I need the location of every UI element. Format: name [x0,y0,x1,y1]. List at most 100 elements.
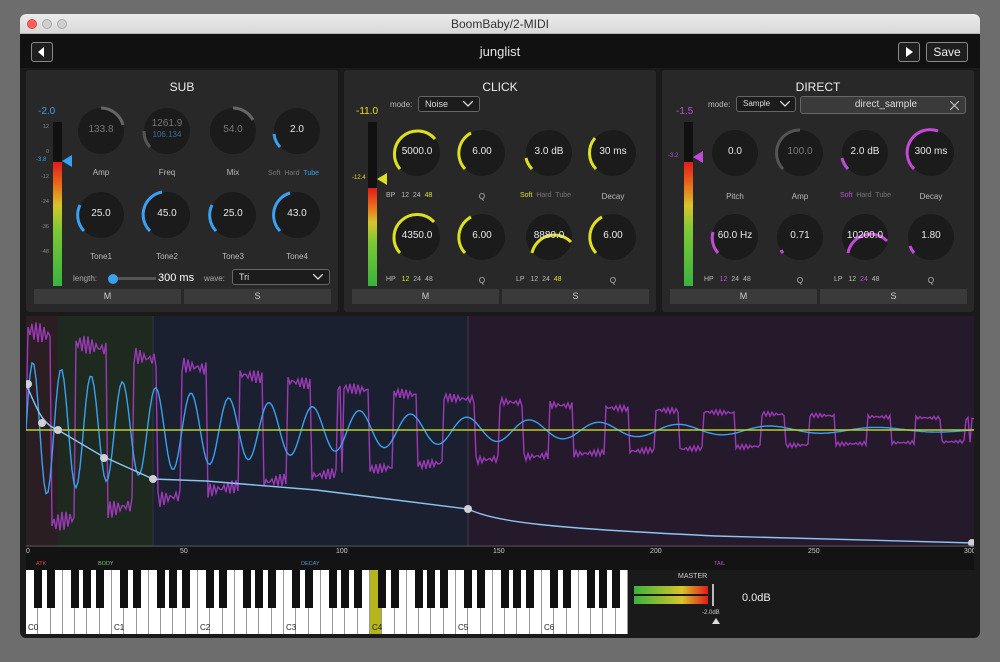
click-mute-button[interactable]: M [352,289,499,304]
click-hp-q-knob[interactable]: 6.00 [455,210,509,264]
click-lp-q-knob[interactable]: 6.00 [586,210,640,264]
click-hp-24[interactable]: 24 [413,276,421,283]
click-bp-12[interactable]: 12 [401,192,409,199]
click-level-handle[interactable] [377,172,387,190]
black-key[interactable] [390,570,399,608]
black-key[interactable] [611,570,620,608]
direct-saturation-knob[interactable]: 2.0 dB [838,126,892,180]
direct-mute-button[interactable]: M [670,289,817,304]
save-button[interactable]: Save [926,42,968,62]
black-key[interactable] [562,570,571,608]
sub-mix-knob[interactable]: 54.0 [206,104,260,158]
black-key[interactable] [218,570,227,608]
black-key[interactable] [353,570,362,608]
direct-level-handle[interactable] [693,150,703,168]
direct-hp-48[interactable]: 48 [743,276,751,283]
direct-sat-tube[interactable]: Tube [875,192,891,199]
direct-sat-hard[interactable]: Hard [856,192,871,199]
black-key[interactable] [206,570,215,608]
black-key[interactable] [427,570,436,608]
click-mode-dropdown[interactable]: Noise [418,96,480,112]
black-key[interactable] [587,570,596,608]
click-hp-freq-knob[interactable]: 4350.0 [390,210,444,264]
black-key[interactable] [34,570,43,608]
sub-sat-hard[interactable]: Hard [284,170,299,177]
black-key[interactable] [304,570,313,608]
click-hp-12[interactable]: 12 [402,276,410,283]
black-key[interactable] [292,570,301,608]
black-key[interactable] [267,570,276,608]
sub-tone1-knob[interactable]: 25.0 [74,188,128,242]
black-key[interactable] [255,570,264,608]
click-lp-48[interactable]: 48 [554,276,562,283]
black-key[interactable] [550,570,559,608]
black-key[interactable] [378,570,387,608]
click-solo-button[interactable]: S [502,289,649,304]
direct-lp-q-knob[interactable]: 1.80 [904,210,958,264]
sub-tone3-knob[interactable]: 25.0 [206,188,260,242]
sub-wave-dropdown[interactable]: Tri [232,269,330,285]
sub-length-slider[interactable] [108,274,156,284]
click-bp-freq-knob[interactable]: 5000.0 [390,126,444,180]
click-bp-24[interactable]: 24 [413,192,421,199]
click-bp-q-knob[interactable]: 6.00 [455,126,509,180]
black-key[interactable] [439,570,448,608]
black-key[interactable] [157,570,166,608]
direct-amp-knob[interactable]: 100.0 [773,126,827,180]
click-hp-48[interactable]: 48 [425,276,433,283]
click-lp-24[interactable]: 24 [542,276,550,283]
black-key[interactable] [341,570,350,608]
click-decay-knob[interactable]: 30 ms [586,126,640,180]
direct-sample-field[interactable]: direct_sample [800,96,966,114]
black-key[interactable] [83,570,92,608]
direct-lp-24[interactable]: 24 [860,276,868,283]
click-saturation-knob[interactable]: 3.0 dB [522,126,576,180]
black-key[interactable] [476,570,485,608]
close-icon[interactable] [950,101,959,110]
sub-solo-button[interactable]: S [184,289,331,304]
click-bp-48[interactable]: 48 [425,192,433,199]
click-sat-hard[interactable]: Hard [536,192,551,199]
click-sat-soft[interactable]: Soft [520,192,532,199]
sub-sat-soft[interactable]: Soft [268,170,280,177]
sub-saturation-knob[interactable]: 2.0 [270,104,324,158]
direct-hp-q-knob[interactable]: 0.71 [773,210,827,264]
sub-freq-knob[interactable]: 1261.9 106.134 [140,104,194,158]
direct-mode-dropdown[interactable]: Sample [736,96,796,112]
direct-decay-knob[interactable]: 300 ms [904,126,958,180]
black-key[interactable] [513,570,522,608]
black-key[interactable] [71,570,80,608]
direct-pitch-knob[interactable]: 0.0 [708,126,762,180]
sub-mute-button[interactable]: M [34,289,181,304]
waveform-envelope-graph[interactable]: 0 50 100 150 200 250 300 ATK BODY DECAY … [26,316,974,570]
black-key[interactable] [329,570,338,608]
direct-lp-48[interactable]: 48 [872,276,880,283]
sub-tone2-knob[interactable]: 45.0 [140,188,194,242]
black-key[interactable] [501,570,510,608]
sub-tone4-knob[interactable]: 43.0 [270,188,324,242]
black-key[interactable] [120,570,129,608]
black-key[interactable] [525,570,534,608]
click-lp-12[interactable]: 12 [530,276,538,283]
direct-sat-soft[interactable]: Soft [840,192,852,199]
click-lp-freq-knob[interactable]: 8880.0 [522,210,576,264]
black-key[interactable] [132,570,141,608]
black-key[interactable] [95,570,104,608]
black-key[interactable] [599,570,608,608]
master-fader-handle-icon[interactable] [712,618,720,624]
click-sat-tube[interactable]: Tube [555,192,571,199]
black-key[interactable] [415,570,424,608]
black-key[interactable] [464,570,473,608]
play-button[interactable] [898,42,920,62]
direct-solo-button[interactable]: S [820,289,967,304]
black-key[interactable] [169,570,178,608]
sub-amp-knob[interactable]: 133.8 [74,104,128,158]
piano-keyboard[interactable]: C0 C1 C2 C3 C4 C5 C6 [26,570,628,634]
direct-lp-12[interactable]: 12 [848,276,856,283]
sub-sat-tube[interactable]: Tube [303,170,319,177]
direct-lp-freq-knob[interactable]: 10200.0 [838,210,892,264]
black-key[interactable] [46,570,55,608]
direct-hp-24[interactable]: 24 [731,276,739,283]
black-key[interactable] [181,570,190,608]
direct-hp-12[interactable]: 12 [720,276,728,283]
